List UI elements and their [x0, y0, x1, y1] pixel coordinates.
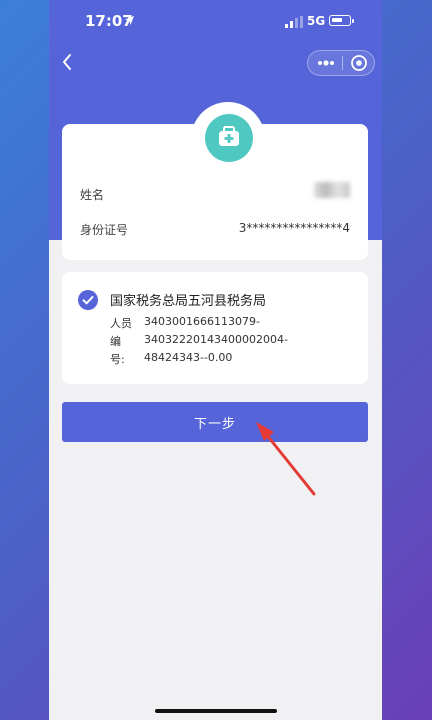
id-number-value: 3****************4	[238, 221, 350, 235]
location-arrow-icon	[124, 15, 135, 26]
back-chevron-icon[interactable]	[55, 50, 79, 74]
medical-kit-icon	[205, 114, 253, 162]
capsule-divider	[342, 56, 343, 70]
phone-screen: 17:07 5G 姓名 身份证号 3****************4 国家税务…	[49, 0, 382, 720]
home-indicator	[155, 709, 277, 713]
detail-value: 3403001666113079-	[144, 315, 260, 328]
blurred-name-value	[314, 182, 350, 198]
check-circle-icon[interactable]	[78, 290, 98, 310]
target-circle-icon[interactable]	[348, 53, 370, 73]
battery-icon	[329, 15, 354, 26]
detail-value: 34032220143400002004-	[144, 333, 288, 346]
tax-office-card[interactable]: 国家税务总局五河县税务局 人员 3403001666113079- 编 3403…	[62, 272, 368, 384]
detail-label: 号:	[110, 353, 125, 366]
personal-info-card: 姓名 身份证号 3****************4	[62, 102, 368, 260]
tax-office-name: 国家税务总局五河县税务局	[110, 294, 267, 309]
detail-label: 人员	[110, 317, 132, 330]
signal-icon	[285, 16, 303, 28]
mini-program-capsule	[307, 50, 375, 76]
name-label: 姓名	[80, 188, 105, 202]
id-number-label: 身份证号	[80, 223, 129, 237]
red-arrow-annotation	[256, 422, 316, 496]
detail-value: 48424343--0.00	[144, 351, 233, 364]
network-type: 5G	[307, 14, 326, 28]
status-bar: 17:07 5G	[49, 0, 382, 44]
detail-label: 编	[110, 335, 121, 348]
more-dots-icon[interactable]	[315, 53, 337, 73]
